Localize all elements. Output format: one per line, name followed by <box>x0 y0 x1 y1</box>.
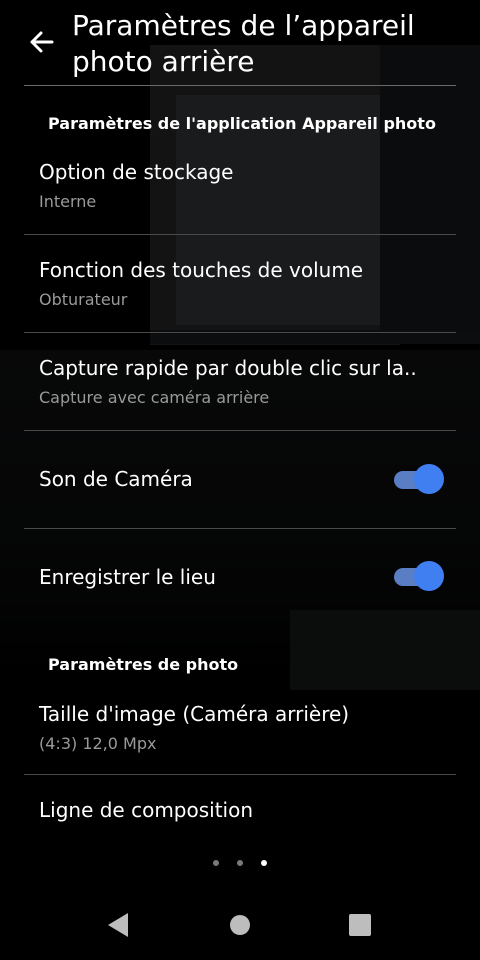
setting-title: Option de stockage <box>39 160 234 184</box>
toggle-knob <box>414 561 444 591</box>
divider <box>24 774 456 775</box>
setting-composition-line[interactable]: Ligne de composition <box>0 790 480 838</box>
divider <box>24 234 456 235</box>
app-header: Paramètres de l’appareil photo arrière <box>0 0 480 88</box>
nav-home-button[interactable] <box>220 905 260 945</box>
header-divider <box>24 85 456 86</box>
section-header-camera-app: Paramètres de l'application Appareil pho… <box>48 114 436 133</box>
setting-title: Taille d'image (Caméra arrière) <box>39 702 350 726</box>
setting-title: Capture rapide par double clic sur la.. <box>39 356 417 380</box>
divider <box>24 528 456 529</box>
setting-subtitle: Capture avec caméra arrière <box>39 388 270 407</box>
setting-title: Ligne de composition <box>39 798 254 822</box>
setting-quick-capture[interactable]: Capture rapide par double clic sur la.. … <box>0 346 480 430</box>
camera-sound-toggle[interactable] <box>394 464 446 494</box>
page-dot <box>237 860 243 866</box>
setting-title: Son de Caméra <box>39 467 193 491</box>
setting-save-location[interactable]: Enregistrer le lieu <box>0 530 480 626</box>
setting-volume-keys[interactable]: Fonction des touches de volume Obturateu… <box>0 248 480 332</box>
setting-image-size[interactable]: Taille d'image (Caméra arrière) (4:3) 12… <box>0 692 480 776</box>
square-recents-icon <box>349 914 371 936</box>
section-header-photo: Paramètres de photo <box>48 655 239 674</box>
page-dot <box>213 860 219 866</box>
setting-storage-option[interactable]: Option de stockage Interne <box>0 150 480 234</box>
divider <box>24 430 456 431</box>
setting-camera-sound[interactable]: Son de Caméra <box>0 432 480 528</box>
nav-recents-button[interactable] <box>340 905 380 945</box>
setting-subtitle: Interne <box>39 192 97 211</box>
circle-home-icon <box>230 915 250 935</box>
system-navigation-bar <box>0 890 480 960</box>
setting-subtitle: Obturateur <box>39 290 128 309</box>
setting-title: Fonction des touches de volume <box>39 258 364 282</box>
back-button[interactable] <box>22 22 62 62</box>
toggle-knob <box>414 464 444 494</box>
setting-subtitle: (4:3) 12,0 Mpx <box>39 734 157 753</box>
setting-title: Enregistrer le lieu <box>39 565 216 589</box>
save-location-toggle[interactable] <box>394 561 446 591</box>
triangle-back-icon <box>108 913 128 937</box>
page-title: Paramètres de l’appareil photo arrière <box>72 9 415 78</box>
page-dot-active <box>261 860 267 866</box>
page-indicator <box>0 860 480 868</box>
divider <box>24 332 456 333</box>
nav-back-button[interactable] <box>98 905 138 945</box>
arrow-left-icon <box>30 31 54 53</box>
